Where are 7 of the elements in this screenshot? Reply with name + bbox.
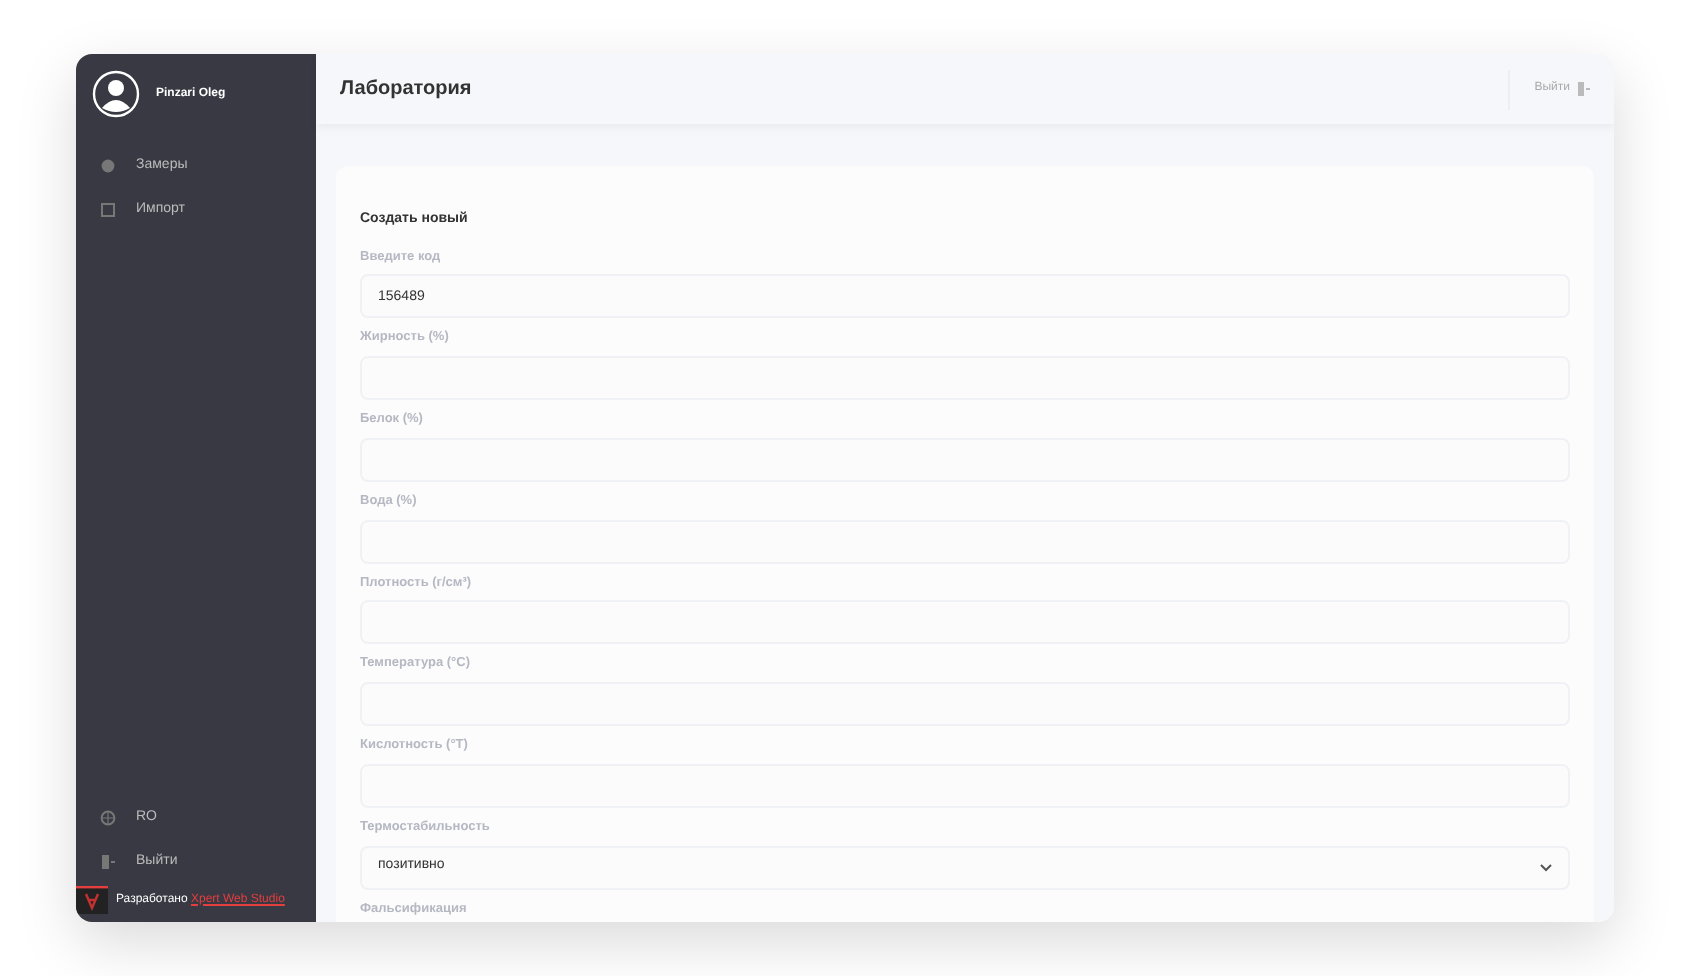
chevron-down-icon	[1540, 863, 1552, 871]
page-title: Лаборатория	[340, 76, 472, 104]
logout-icon	[100, 854, 116, 870]
language-icon	[100, 810, 116, 826]
logout-icon	[1578, 82, 1590, 96]
logo-icon	[76, 886, 108, 914]
avatar-icon[interactable]	[92, 70, 140, 118]
